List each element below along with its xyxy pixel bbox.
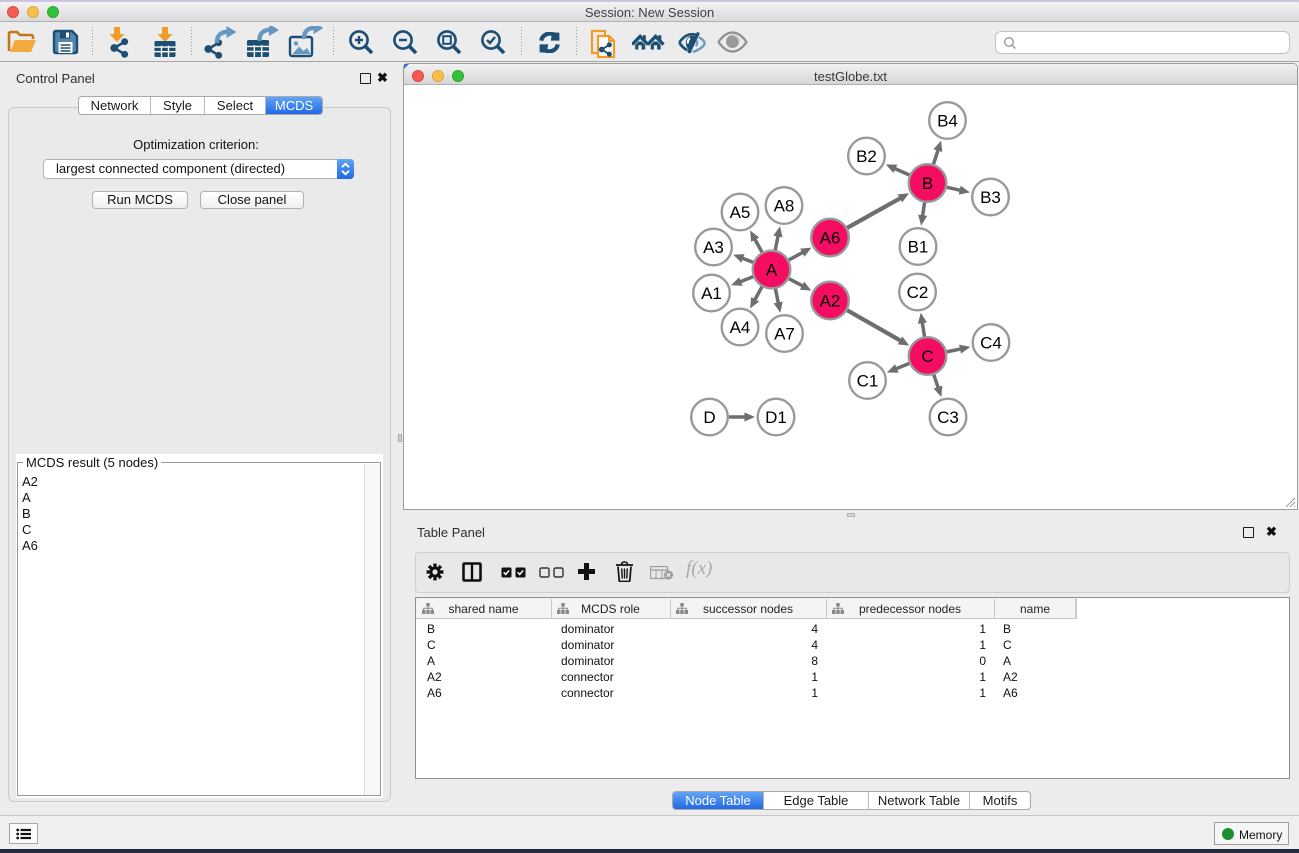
svg-text:A6: A6 — [820, 229, 841, 248]
svg-text:C3: C3 — [937, 408, 959, 427]
svg-text:A5: A5 — [730, 203, 751, 222]
svg-text:B: B — [922, 174, 933, 193]
svg-text:D: D — [703, 408, 715, 427]
svg-text:A: A — [766, 261, 778, 280]
svg-text:C4: C4 — [980, 334, 1002, 353]
svg-text:C1: C1 — [857, 372, 879, 391]
svg-text:B2: B2 — [856, 147, 877, 166]
svg-text:A7: A7 — [774, 325, 795, 344]
svg-text:A2: A2 — [820, 292, 841, 311]
svg-text:A3: A3 — [703, 238, 724, 257]
svg-text:B1: B1 — [908, 238, 929, 257]
svg-text:A8: A8 — [774, 197, 795, 216]
svg-text:B4: B4 — [937, 112, 958, 131]
svg-text:A1: A1 — [701, 284, 722, 303]
svg-text:B3: B3 — [980, 188, 1001, 207]
svg-text:A4: A4 — [730, 318, 751, 337]
svg-text:C2: C2 — [907, 283, 929, 302]
svg-text:D1: D1 — [765, 408, 787, 427]
svg-text:C: C — [921, 347, 933, 366]
